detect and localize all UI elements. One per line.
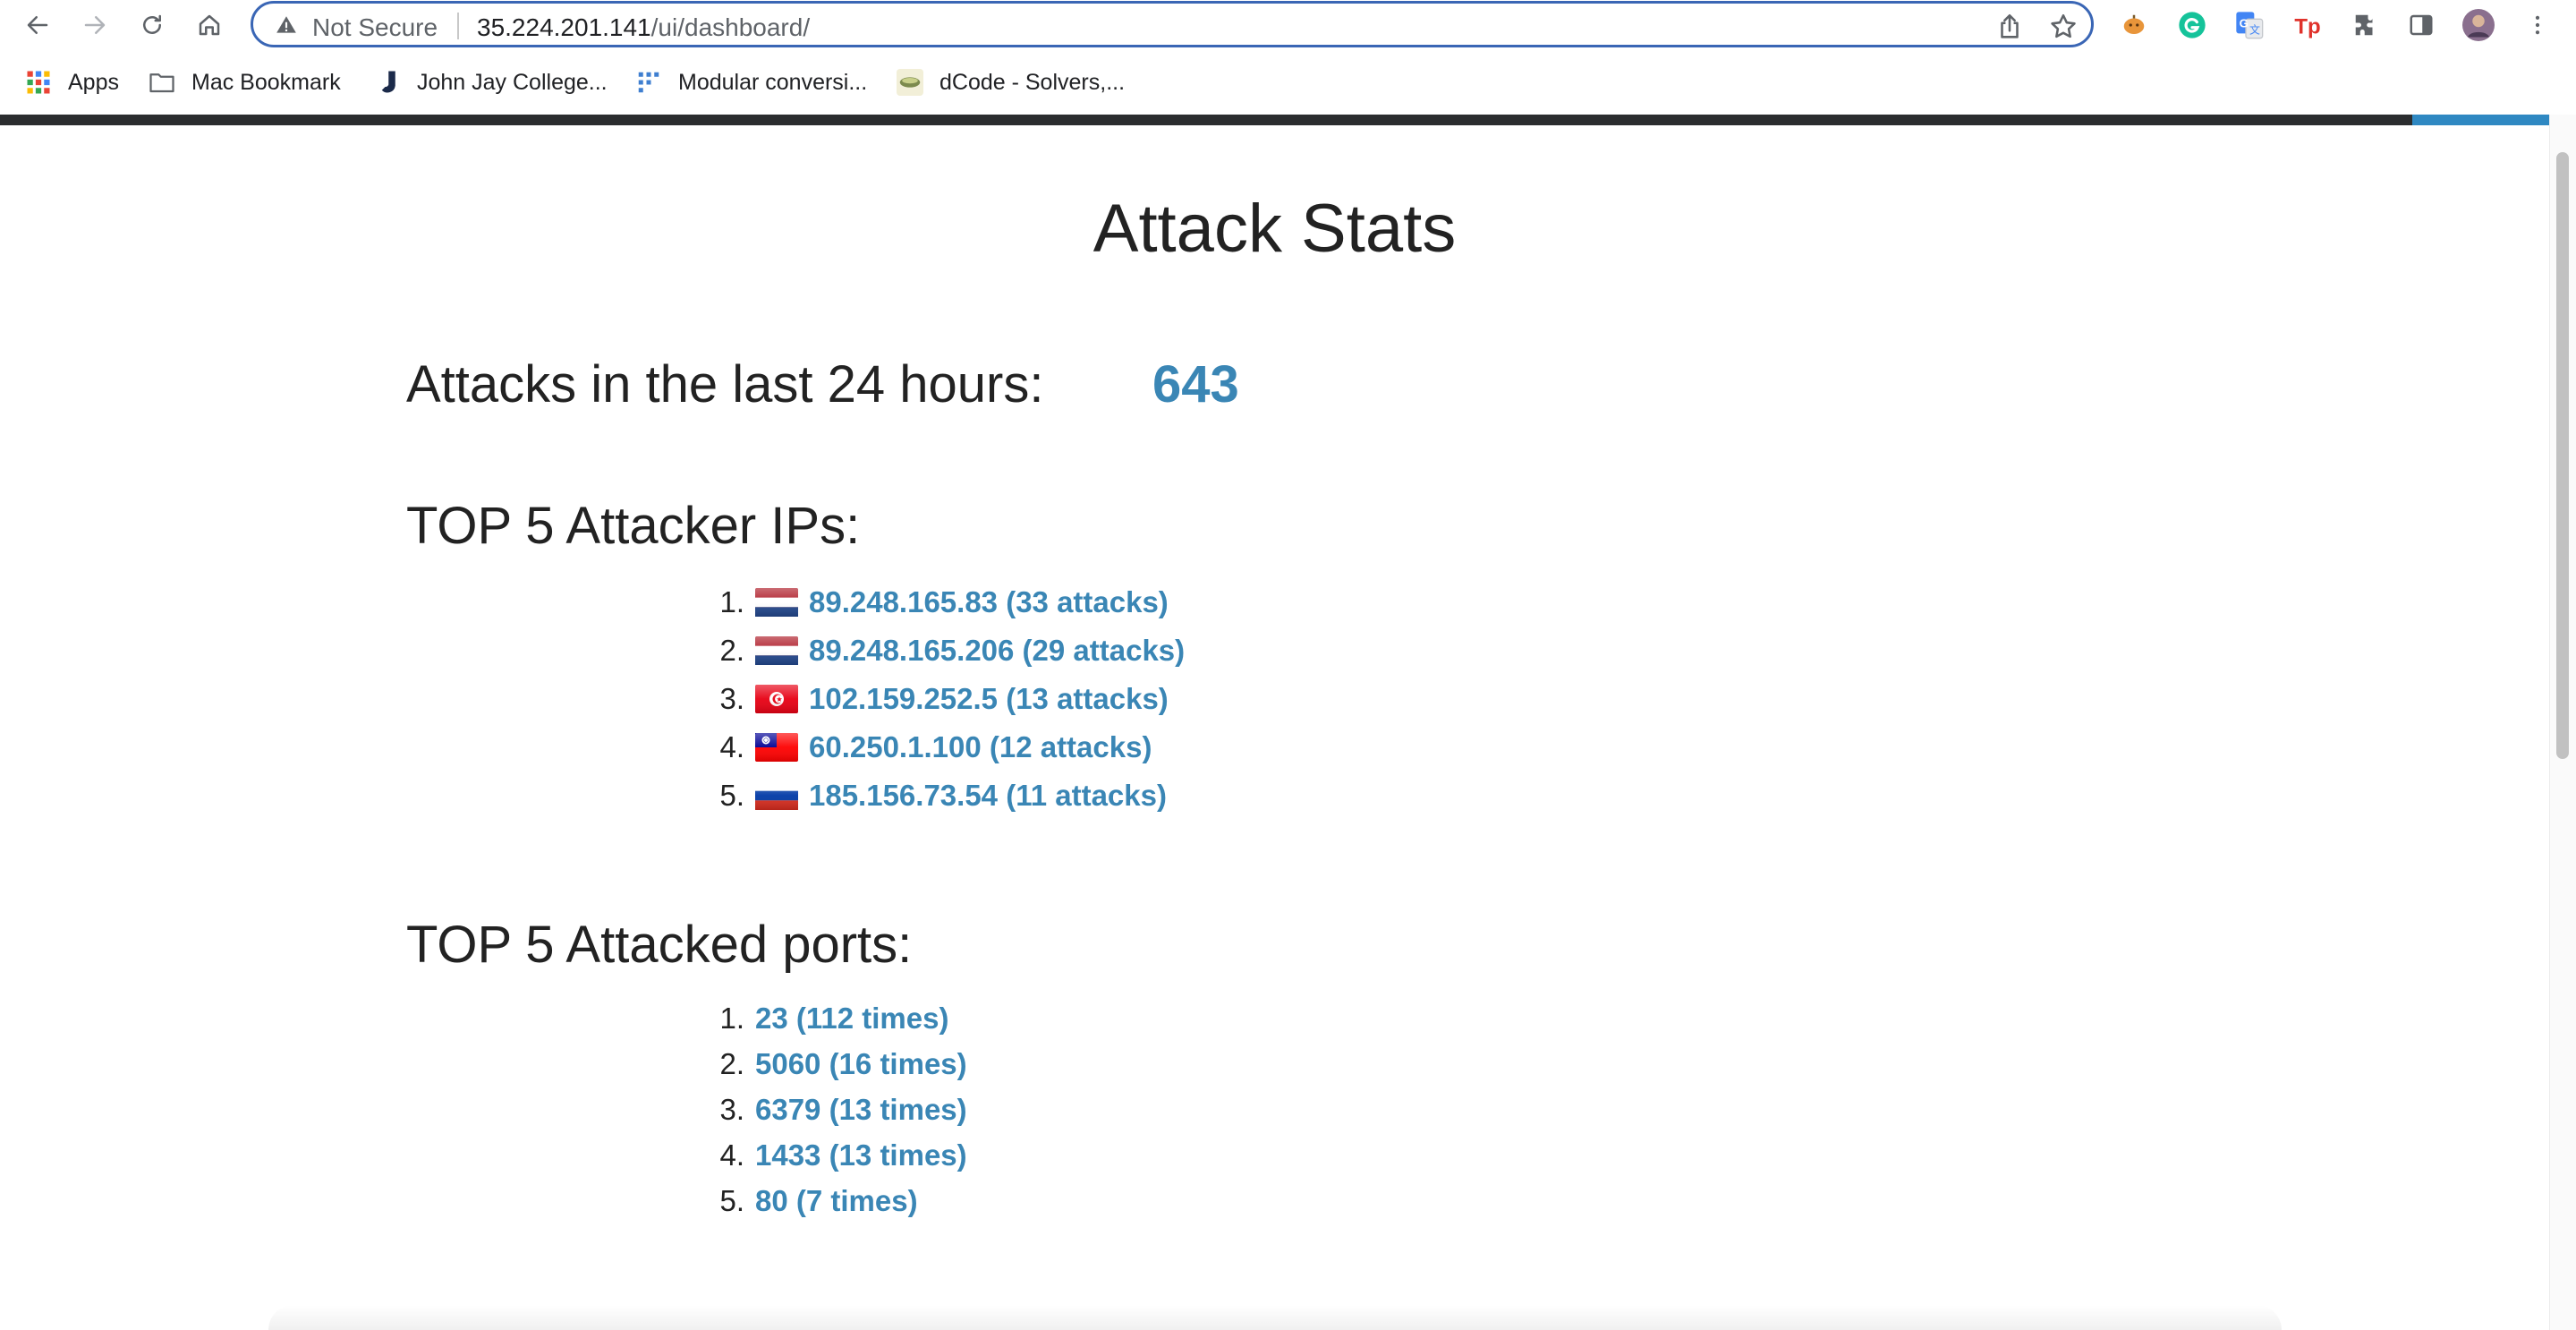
attacked-port-link[interactable]: 80 (7 times) [755, 1184, 918, 1218]
url-host: 35.224.201.141 [477, 13, 651, 41]
warning-icon [276, 16, 296, 33]
side-panel-icon[interactable] [2405, 9, 2437, 41]
bookmark-label: Apps [68, 69, 119, 95]
google-translate-icon[interactable]: G文 [2233, 9, 2266, 41]
attacker-ip-link[interactable]: 60.250.1.100 (12 attacks) [809, 730, 1152, 764]
list-item: 2. 5060 (16 times) [712, 1041, 967, 1087]
menu-icon[interactable] [2521, 9, 2554, 41]
site-header-strip [0, 115, 2549, 125]
site-header-accent [2412, 115, 2549, 125]
list-item: 3. 102.159.252.5 (13 attacks) [712, 675, 1185, 723]
bookmark-mac-bookmark[interactable]: Mac Bookmark [149, 66, 341, 98]
security-label[interactable]: Not Secure [312, 13, 438, 42]
john-jay-icon [381, 71, 395, 93]
back-icon[interactable] [20, 7, 55, 43]
tunisia-flag-icon [755, 685, 798, 713]
netherlands-flag-icon [755, 636, 798, 665]
list-item: 3. 6379 (13 times) [712, 1087, 967, 1132]
folder-icon [149, 73, 174, 93]
list-item: 2. 89.248.165.206 (29 attacks) [712, 627, 1185, 675]
bookmark-apps[interactable]: Apps [25, 66, 119, 98]
attacks-24h-label: Attacks in the last 24 hours: [406, 355, 1044, 413]
tp-extension-icon[interactable]: Tp [2291, 9, 2324, 41]
share-icon[interactable] [1994, 12, 2025, 42]
address-separator [457, 13, 459, 39]
netherlands-flag-icon [755, 588, 798, 617]
apps-grid-icon [27, 71, 50, 94]
bookmark-modular[interactable]: Modular conversi... [635, 66, 867, 98]
attacked-port-link[interactable]: 1433 (13 times) [755, 1138, 967, 1172]
list-item: 5. 80 (7 times) [712, 1178, 967, 1223]
bookmark-dcode[interactable]: dCode - Solvers,... [897, 66, 1125, 98]
bookmark-john-jay[interactable]: John Jay College... [374, 66, 608, 98]
list-item: 4. 60.250.1.100 (12 attacks) [712, 723, 1185, 772]
attacked-port-link[interactable]: 23 (112 times) [755, 1002, 948, 1036]
scrollbar-thumb[interactable] [2556, 152, 2569, 759]
dashboard-content: Attack Stats Attacks in the last 24 hour… [0, 125, 2549, 1330]
attacker-ip-link[interactable]: 89.248.165.83 (33 attacks) [809, 585, 1169, 619]
list-number: 3. [719, 1092, 744, 1126]
svg-text:G: G [2240, 17, 2249, 30]
home-icon[interactable] [191, 7, 227, 43]
list-number: 4. [719, 730, 744, 763]
svg-text:Tp: Tp [2294, 14, 2320, 38]
bookmark-star-icon[interactable] [2048, 12, 2079, 42]
bookmark-label: John Jay College... [417, 69, 608, 95]
attacker-ip-link[interactable]: 89.248.165.206 (29 attacks) [809, 634, 1185, 668]
list-number: 1. [719, 585, 744, 618]
bookmark-label: dCode - Solvers,... [939, 69, 1126, 95]
attacker-ip-link[interactable]: 185.156.73.54 (11 attacks) [809, 779, 1167, 813]
url-text[interactable]: 35.224.201.141/ui/dashboard/ [477, 13, 810, 42]
list-number: 5. [719, 779, 744, 812]
page-title: Attack Stats [1092, 191, 1457, 267]
russia-flag-icon [755, 781, 798, 810]
modular-icon [638, 72, 659, 93]
list-number: 2. [719, 1046, 744, 1080]
url-path: /ui/dashboard/ [650, 13, 811, 41]
top-ips-list: 1. 89.248.165.83 (33 attacks) 2. 89.248.… [712, 578, 1185, 820]
address-bar[interactable]: Not Secure 35.224.201.141/ui/dashboard/ [251, 1, 2094, 47]
profile-avatar[interactable] [2462, 9, 2495, 41]
list-number: 4. [719, 1138, 744, 1172]
list-item: 5. 185.156.73.54 (11 attacks) [712, 772, 1185, 820]
top-ports-list: 1. 23 (112 times) 2. 5060 (16 times) 3. … [712, 995, 967, 1223]
forward-icon[interactable] [77, 7, 113, 43]
list-number: 2. [719, 634, 744, 667]
attacker-ip-link[interactable]: 102.159.252.5 (13 attacks) [809, 682, 1169, 716]
taiwan-flag-icon [755, 733, 798, 762]
list-number: 3. [719, 682, 744, 715]
top-ports-heading: TOP 5 Attacked ports: [406, 916, 913, 974]
grammarly-icon[interactable] [2176, 9, 2208, 41]
attacks-24h-count: 643 [1152, 355, 1239, 413]
svg-text:文: 文 [2249, 22, 2260, 36]
list-number: 1. [719, 1001, 744, 1035]
list-item: 4. 1433 (13 times) [712, 1132, 967, 1178]
extensions-icon[interactable] [2350, 9, 2382, 41]
attacked-port-link[interactable]: 5060 (16 times) [755, 1047, 967, 1081]
reload-icon[interactable] [134, 7, 170, 43]
list-item: 1. 23 (112 times) [712, 995, 967, 1041]
dcode-icon [897, 69, 923, 96]
list-item: 1. 89.248.165.83 (33 attacks) [712, 578, 1185, 627]
list-number: 5. [719, 1183, 744, 1217]
bookmark-label: Modular conversi... [678, 69, 868, 95]
bookmark-label: Mac Bookmark [191, 69, 341, 95]
extension-pumpkin-icon[interactable] [2118, 9, 2150, 41]
bookmarks-bar: Apps Mac Bookmark John Jay College... Mo… [0, 50, 2576, 115]
footer-edge [268, 1305, 2282, 1330]
browser-toolbar: Not Secure 35.224.201.141/ui/dashboard/ … [0, 0, 2576, 51]
attacked-port-link[interactable]: 6379 (13 times) [755, 1093, 967, 1127]
top-ips-heading: TOP 5 Attacker IPs: [406, 497, 861, 555]
